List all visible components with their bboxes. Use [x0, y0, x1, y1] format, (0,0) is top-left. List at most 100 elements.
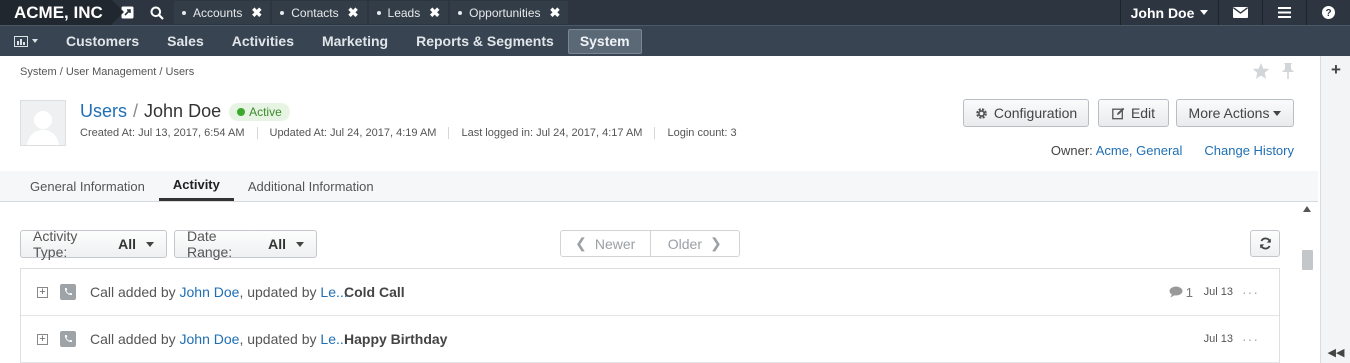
comment-count: 1 — [1169, 285, 1193, 300]
envelope-icon[interactable] — [1218, 0, 1262, 25]
phone-icon — [60, 331, 76, 347]
add-widget-icon[interactable]: + — [1321, 60, 1350, 80]
activity-subject: Cold Call — [344, 284, 405, 300]
menu-marketing[interactable]: Marketing — [308, 29, 402, 54]
star-icon[interactable] — [1252, 62, 1270, 80]
avatar — [20, 100, 66, 146]
created-at: Created At: Jul 13, 2017, 6:54 AM — [80, 127, 245, 139]
expand-icon[interactable]: + — [37, 286, 48, 298]
refresh-button[interactable] — [1250, 230, 1280, 257]
page-actions — [1252, 62, 1296, 80]
caret-down-icon — [296, 241, 304, 247]
search-icon[interactable] — [142, 0, 172, 25]
edit-label: Edit — [1130, 105, 1156, 121]
updated-at: Updated At: Jul 24, 2017, 4:19 AM — [256, 127, 449, 139]
close-icon[interactable]: ✖ — [348, 5, 359, 21]
newer-button[interactable]: ❮ Newer — [561, 231, 650, 256]
login-count: Login count: 3 — [654, 127, 748, 139]
list-item[interactable]: + Call added by John Doe, updated by Le.… — [21, 269, 1279, 316]
pinned-tab-contacts[interactable]: Contacts ✖ — [272, 1, 367, 24]
menu-reports-segments[interactable]: Reports & Segments — [402, 29, 568, 54]
filter-value: All — [268, 236, 286, 252]
status-badge: Active — [229, 102, 290, 121]
main-menu: Customers Sales Activities Marketing Rep… — [0, 25, 1350, 56]
pinned-tab-label: Leads — [387, 5, 421, 20]
menu-activities[interactable]: Activities — [218, 29, 308, 54]
menu-system[interactable]: System — [567, 28, 642, 54]
list-item[interactable]: + Call added by John Doe, updated by Le.… — [21, 316, 1279, 363]
dashboard-menu[interactable] — [0, 35, 52, 47]
activity-description: Call added by John Doe, updated by Le... — [90, 331, 348, 347]
activity-date: Jul 13 — [1203, 286, 1233, 298]
bullet-icon — [376, 10, 381, 15]
user-full-name: John Doe — [144, 101, 222, 121]
help-icon[interactable]: ? — [1306, 0, 1350, 25]
older-button[interactable]: Older ❯ — [649, 231, 740, 256]
close-icon[interactable]: ✖ — [429, 5, 440, 21]
status-label: Active — [249, 104, 282, 119]
owner-label: Owner: — [1050, 143, 1093, 158]
pinned-tab-leads[interactable]: Leads ✖ — [368, 1, 449, 24]
chevron-left-icon: ❮ — [575, 235, 587, 251]
caret-down-icon — [32, 39, 38, 43]
more-actions-button[interactable]: More Actions — [1176, 99, 1294, 127]
date-range-filter[interactable]: Date Range: All — [174, 228, 317, 260]
configuration-button[interactable]: Configuration — [963, 99, 1089, 127]
configuration-label: Configuration — [993, 105, 1078, 121]
scroll-up-icon[interactable] — [1303, 206, 1311, 212]
section-tabs: General Information Activity Additional … — [0, 171, 1318, 202]
breadcrumb: System / User Management / Users — [20, 66, 195, 78]
close-icon[interactable]: ✖ — [550, 5, 561, 21]
user-name: John Doe — [1130, 4, 1195, 21]
caret-down-icon — [146, 241, 154, 247]
pinned-tab-accounts[interactable]: Accounts ✖ — [174, 1, 271, 24]
pinned-tab-label: Opportunities — [469, 5, 541, 20]
hamburger-icon[interactable] — [1262, 0, 1306, 25]
desc-mid: , updated by — [239, 284, 317, 300]
page-title: Users / John Doe Active — [80, 101, 290, 122]
bullet-icon — [182, 10, 186, 15]
more-icon[interactable]: ··· — [1242, 284, 1259, 300]
vertical-scrollbar[interactable] — [1300, 203, 1316, 363]
filter-value: All — [118, 236, 136, 252]
collapse-icon[interactable]: ◀◀ — [1321, 346, 1350, 359]
activity-pager: ❮ Newer Older ❯ — [560, 230, 740, 257]
gear-icon — [976, 107, 987, 119]
pencil-square-icon — [1112, 107, 1125, 119]
change-history-link[interactable]: Change History — [1204, 143, 1294, 158]
brand-logo[interactable]: ACME, INC — [0, 0, 124, 25]
activity-type-filter[interactable]: Activity Type: All — [20, 228, 167, 260]
menu-customers[interactable]: Customers — [52, 29, 153, 54]
close-icon[interactable]: ✖ — [251, 5, 262, 21]
creator-link[interactable]: John Doe — [180, 331, 240, 347]
pinned-tab-label: Contacts — [291, 5, 339, 20]
newer-label: Newer — [594, 235, 636, 252]
last-logged-in: Last logged in: Jul 24, 2017, 4:17 AM — [448, 127, 654, 139]
edit-button[interactable]: Edit — [1098, 99, 1169, 127]
pin-icon[interactable] — [1280, 62, 1296, 80]
owner-link[interactable]: Acme, General — [1096, 143, 1183, 158]
tab-general-information[interactable]: General Information — [16, 171, 159, 201]
menu-sales[interactable]: Sales — [153, 29, 218, 54]
creator-link[interactable]: John Doe — [180, 284, 240, 300]
older-label: Older — [667, 235, 702, 252]
scroll-thumb[interactable] — [1302, 250, 1313, 270]
record-meta: Created At: Jul 13, 2017, 6:54 AM Update… — [80, 127, 749, 139]
bar-chart-icon — [14, 35, 28, 47]
more-icon[interactable]: ··· — [1242, 331, 1259, 347]
topbar-right: John Doe ? — [1120, 0, 1350, 25]
bullet-icon — [458, 10, 463, 15]
phone-icon — [60, 284, 76, 300]
user-menu[interactable]: John Doe — [1120, 0, 1218, 25]
caret-down-icon — [1200, 10, 1209, 15]
desc-prefix: Call added by — [90, 331, 176, 347]
users-link[interactable]: Users — [80, 101, 127, 122]
expand-icon[interactable]: + — [37, 333, 48, 345]
comment-icon — [1169, 286, 1183, 298]
owner-row: Owner: Acme, General Change History — [1051, 143, 1294, 158]
tab-additional-information[interactable]: Additional Information — [234, 171, 388, 201]
pinned-tab-opportunities[interactable]: Opportunities ✖ — [450, 1, 569, 24]
filter-label: Activity Type: — [33, 228, 78, 260]
tab-activity[interactable]: Activity — [158, 171, 234, 201]
status-dot-icon — [237, 107, 246, 116]
